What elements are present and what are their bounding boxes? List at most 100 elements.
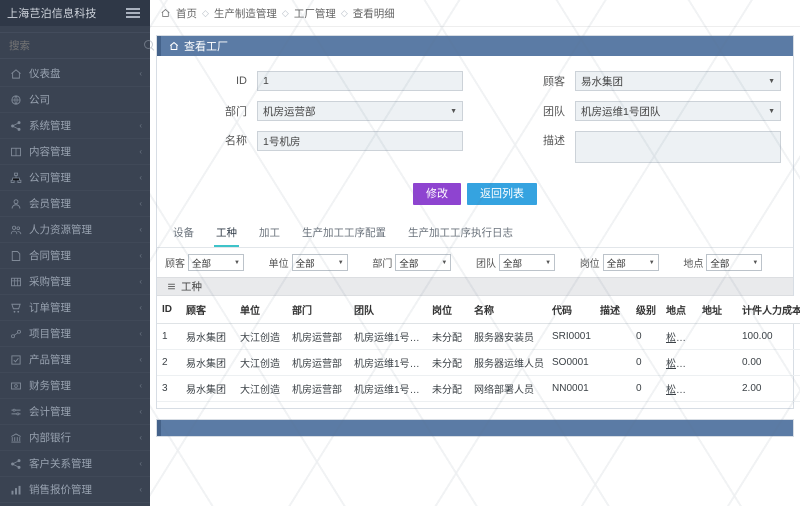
filter-label: 顾客 [165,259,185,270]
location-link[interactable]: 松江区 [666,385,696,396]
cell-description [595,349,631,376]
filter-value: 全部 [295,258,315,270]
filter-customer-select[interactable]: 全部 ▼ [188,254,244,271]
panel-title: 查看工厂 [184,41,228,53]
chevron-down-icon: ▼ [768,107,775,115]
search-input[interactable] [9,39,144,52]
sidebar-item-sales-quotation[interactable]: 销售报价管理 ‹ [0,477,150,503]
sidebar-item-internal-bank[interactable]: 内部银行 ‹ [0,425,150,451]
sidebar-item-dashboard[interactable]: 仪表盘 ‹ [0,61,150,87]
filter-label: 团队 [476,259,497,270]
department-select[interactable]: 机房运营部 ▼ [257,101,463,121]
cell-id: 3 [157,375,181,402]
sidebar-item-contract-management[interactable]: 合同管理 ‹ [0,243,150,269]
sidebar-item-system-management[interactable]: 系统管理 ‹ [0,113,150,139]
cell-department: 机房运营部 [287,375,349,402]
sidebar-item-content-management[interactable]: 内容管理 ‹ [0,139,150,165]
th-name[interactable]: 名称 [469,296,547,324]
chevron-down-icon: ▼ [441,259,448,266]
filter-label: 部门 [372,259,393,270]
sidebar-item-purchase-management[interactable]: 采购管理 ‹ [0,269,150,295]
sidebar: 上海芑泊信息科技 仪表盘 ‹ 公司 系统管理 ‹ [0,0,153,506]
th-customer[interactable]: 顾客 [181,296,235,324]
cell-team: 机房运维1号团队 [349,349,427,376]
th-department[interactable]: 部门 [287,296,349,324]
book-icon [11,147,21,156]
sidebar-item-finance-management[interactable]: 财务管理 ‹ [0,373,150,399]
chevron-left-icon: ‹ [139,199,142,208]
cell-location[interactable]: 松江区 [661,349,697,376]
filter-unit-select[interactable]: 全部 ▼ [291,254,348,271]
sidebar-item-hr-management[interactable]: 人力资源管理 ‹ [0,217,150,243]
hamburger-icon[interactable] [124,6,142,20]
id-field[interactable] [257,71,463,91]
filter-value: 全部 [503,258,523,270]
filter-unit: 单位 全部 ▼ [269,254,373,271]
th-address[interactable]: 地址 [697,296,737,324]
form-row-name-description: 名称 描述 [157,126,793,171]
section-title-label: 工种 [181,281,202,293]
filter-value: 全部 [606,258,626,270]
th-piece-labor-cost[interactable]: 计件人力成本 [737,296,800,324]
table-row[interactable]: 3 易水集团 大江创造 机房运营部 机房运维1号团队 未分配 网络部署人员 NN… [157,375,800,402]
th-team[interactable]: 团队 [349,296,427,324]
sidebar-item-label: 仪表盘 [29,68,61,80]
cell-unit: 大江创造 [235,323,287,350]
table-row[interactable]: 2 易水集团 大江创造 机房运营部 机房运维1号团队 未分配 服务器运维人员 S… [157,349,800,376]
back-to-list-button[interactable]: 返回列表 [467,183,537,205]
tab-processing[interactable]: 加工 [257,223,282,247]
sidebar-item-order-management[interactable]: 订单管理 ‹ [0,295,150,321]
cell-location[interactable]: 松江区 [661,323,697,350]
people-icon [10,225,22,234]
table-row[interactable]: 1 易水集团 大江创造 机房运营部 机房运维1号团队 未分配 服务器安装员 SR… [157,323,800,350]
sidebar-item-company-management[interactable]: 公司管理 ‹ [0,165,150,191]
customer-select[interactable]: 易水集团 ▼ [575,71,781,91]
breadcrumb-item-3[interactable]: 查看明细 [353,6,395,21]
cell-location[interactable]: 松江区 [661,375,697,402]
sidebar-item-label: 订单管理 [29,302,71,314]
tab-process-config[interactable]: 生产加工工序配置 [300,223,388,247]
sidebar-item-label: 项目管理 [29,328,71,340]
sidebar-item-member-management[interactable]: 会员管理 ‹ [0,191,150,217]
team-select[interactable]: 机房运维1号团队 ▼ [575,101,781,121]
globe-icon [11,94,21,105]
chevron-left-icon: ‹ [139,173,142,182]
breadcrumb-item-2[interactable]: 工厂管理 [294,6,336,21]
table-header-row: ID 顾客 单位 部门 团队 岗位 名称 代码 描述 级别 地点 地址 计件人力… [157,296,800,324]
th-description[interactable]: 描述 [595,296,631,324]
description-field[interactable] [575,131,781,163]
th-location[interactable]: 地点 [661,296,697,324]
sidebar-item-product-management[interactable]: 产品管理 ‹ [0,347,150,373]
filter-location-select[interactable]: 全部 ▼ [706,254,763,271]
th-level[interactable]: 级别 [631,296,661,324]
sidebar-item-label: 人力资源管理 [29,224,92,236]
breadcrumb-item-1[interactable]: 生产制造管理 [214,6,277,21]
tab-equipment[interactable]: 设备 [171,223,196,247]
th-position[interactable]: 岗位 [427,296,469,324]
org-icon [10,172,22,183]
location-link[interactable]: 松江区 [666,359,696,370]
sidebar-item-crm[interactable]: 客户关系管理 ‹ [0,451,150,477]
home-icon [169,41,179,50]
th-unit[interactable]: 单位 [235,296,287,324]
filter-team-select[interactable]: 全部 ▼ [499,254,556,271]
detail-tabs: 设备 工种 加工 生产加工工序配置 生产加工工序执行日志 [157,213,793,248]
filter-position-select[interactable]: 全部 ▼ [602,254,659,271]
tab-process-log[interactable]: 生产加工工序执行日志 [406,223,515,247]
sidebar-item-company-root[interactable]: 公司 [0,87,150,113]
edit-button[interactable]: 修改 [413,183,461,205]
sidebar-item-accounting-management[interactable]: 会计管理 ‹ [0,399,150,425]
filter-department-select[interactable]: 全部 ▼ [395,254,452,271]
sidebar-item-label: 财务管理 [29,380,71,392]
breadcrumb-item-0[interactable]: 首页 [176,6,197,21]
cell-customer: 易水集团 [181,349,235,376]
tab-job-type[interactable]: 工种 [214,223,239,247]
sidebar-search[interactable] [0,32,153,59]
sidebar-item-project-management[interactable]: 项目管理 ‹ [0,321,150,347]
th-code[interactable]: 代码 [547,296,595,324]
th-id[interactable]: ID [157,296,181,324]
name-field[interactable] [257,131,463,151]
chevron-left-icon: ‹ [139,69,142,78]
location-link[interactable]: 松江区 [666,333,696,344]
filter-value: 全部 [192,258,212,270]
